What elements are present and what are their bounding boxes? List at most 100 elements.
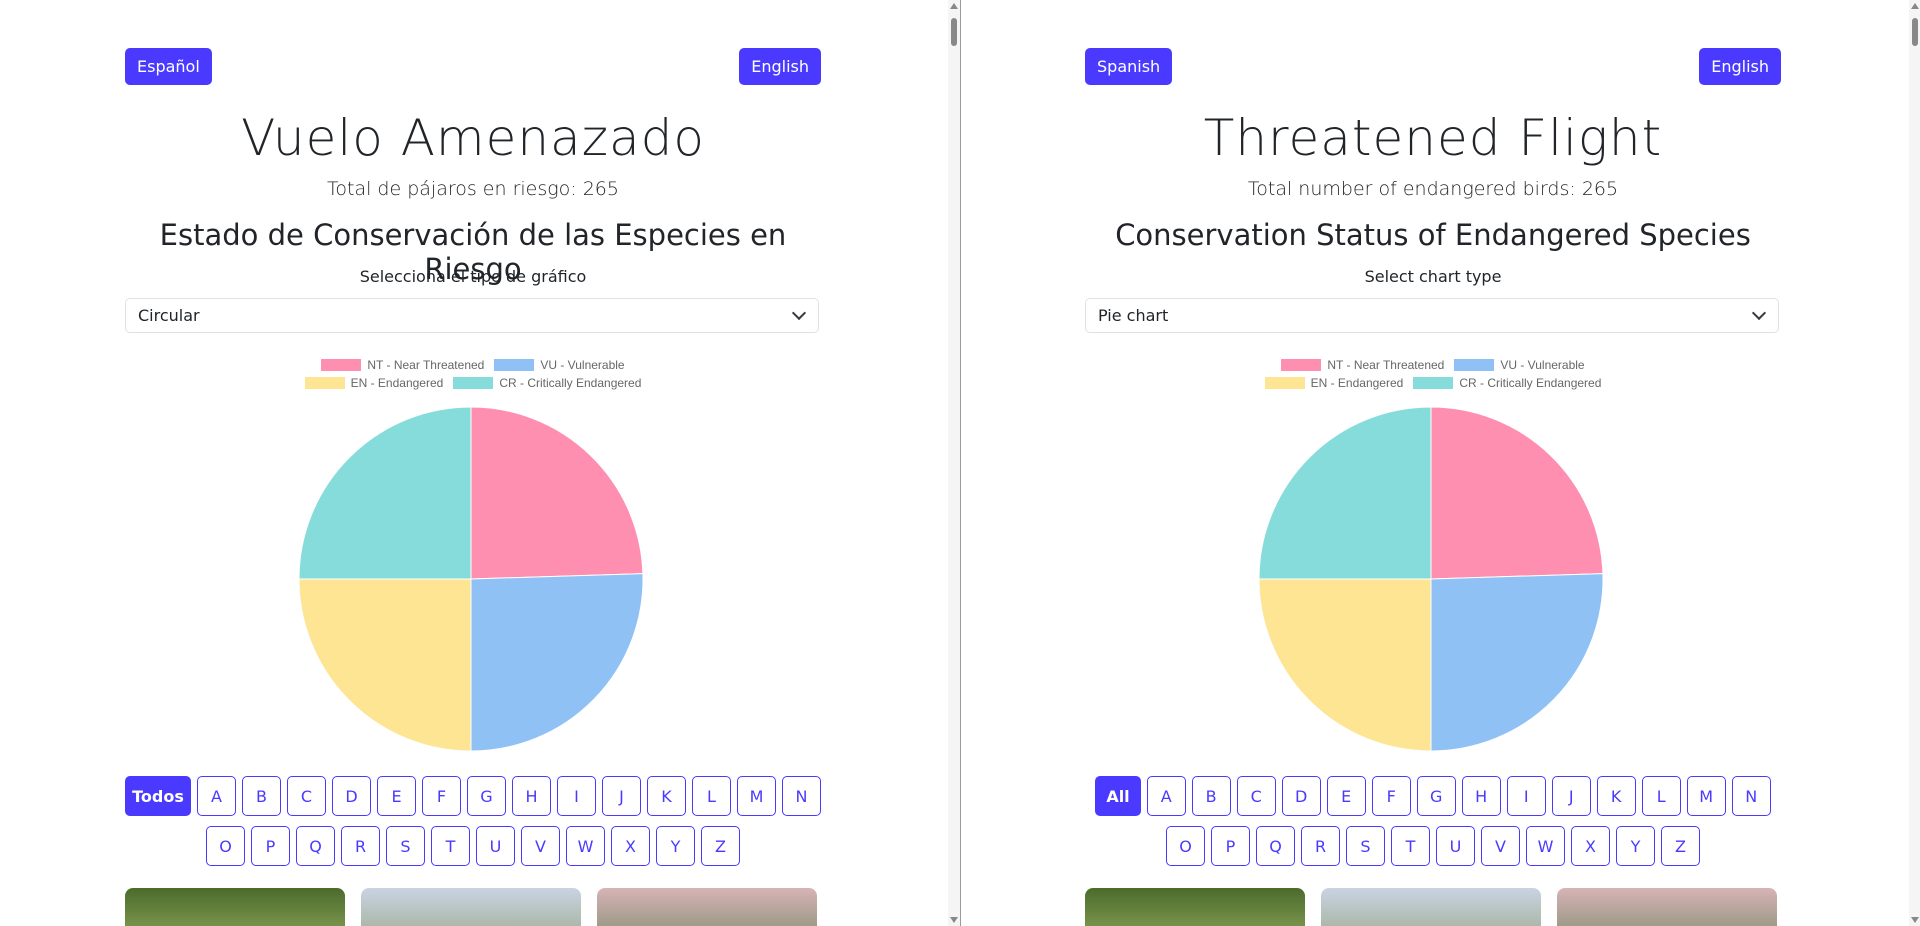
filter-letter-w-button[interactable]: W xyxy=(566,826,605,866)
filter-letter-j-button[interactable]: J xyxy=(602,776,641,816)
filter-letter-z-button[interactable]: Z xyxy=(1661,826,1700,866)
scrollbar-thumb[interactable] xyxy=(951,18,957,46)
filter-letter-l-button[interactable]: L xyxy=(692,776,731,816)
filter-letter-w-button[interactable]: W xyxy=(1526,826,1565,866)
filter-letter-e-button[interactable]: E xyxy=(377,776,416,816)
species-card-image[interactable] xyxy=(1321,888,1541,926)
pie-slice-cr[interactable] xyxy=(298,406,472,580)
filter-letter-u-button[interactable]: U xyxy=(476,826,515,866)
species-card-image[interactable] xyxy=(597,888,817,926)
filter-letter-o-button[interactable]: O xyxy=(206,826,245,866)
filter-letter-o-button[interactable]: O xyxy=(1166,826,1205,866)
filter-letter-d-button[interactable]: D xyxy=(1281,776,1321,816)
filter-all-button[interactable]: Todos xyxy=(125,776,191,816)
filter-letter-z-button[interactable]: Z xyxy=(701,826,740,866)
legend-swatch xyxy=(1281,359,1322,371)
spanish-button[interactable]: Español xyxy=(125,48,212,85)
letter-filter-row-1: Todos ABCDEFGHIJKLMN xyxy=(125,776,821,816)
pie-slice-vu[interactable] xyxy=(470,573,644,752)
filter-letter-m-button[interactable]: M xyxy=(1686,776,1726,816)
filter-letter-v-button[interactable]: V xyxy=(1481,826,1520,866)
filter-all-button[interactable]: All xyxy=(1095,776,1141,816)
scroll-up-arrow-icon[interactable] xyxy=(1911,3,1919,9)
legend-label: NT - Near Threatened xyxy=(1327,358,1445,372)
scroll-down-arrow-icon[interactable] xyxy=(1911,917,1919,923)
pie-slice-nt[interactable] xyxy=(470,406,644,580)
legend-item[interactable]: EN - Endangered xyxy=(1264,376,1403,390)
legend-item[interactable]: CR - Critically Endangered xyxy=(1413,376,1601,390)
filter-letter-n-button[interactable]: N xyxy=(782,776,821,816)
pie-slice-vu[interactable] xyxy=(1430,573,1604,752)
filter-letter-b-button[interactable]: B xyxy=(242,776,281,816)
legend-item[interactable]: NT - Near Threatened xyxy=(321,358,484,372)
filter-letter-h-button[interactable]: H xyxy=(1461,776,1501,816)
filter-letter-g-button[interactable]: G xyxy=(1416,776,1456,816)
spanish-button[interactable]: Spanish xyxy=(1085,48,1173,85)
scroll-up-arrow-icon[interactable] xyxy=(950,3,958,9)
filter-letter-q-button[interactable]: Q xyxy=(1256,826,1295,866)
filter-letter-a-button[interactable]: A xyxy=(1146,776,1186,816)
filter-letter-y-button[interactable]: Y xyxy=(656,826,695,866)
legend-item[interactable]: VU - Vulnerable xyxy=(1454,358,1585,372)
english-button[interactable]: English xyxy=(1699,48,1781,85)
scrollbar-thumb[interactable] xyxy=(1912,18,1918,46)
legend-swatch xyxy=(494,359,535,371)
chart-type-label: Selecciona el tipo de gráfico xyxy=(359,267,587,286)
filter-letter-f-button[interactable]: F xyxy=(1371,776,1411,816)
filter-letter-e-button[interactable]: E xyxy=(1326,776,1366,816)
filter-letter-c-button[interactable]: C xyxy=(287,776,326,816)
filter-letter-i-button[interactable]: I xyxy=(557,776,596,816)
filter-letter-x-button[interactable]: X xyxy=(611,826,650,866)
scrollbar[interactable] xyxy=(1909,0,1920,926)
filter-letter-k-button[interactable]: K xyxy=(1596,776,1636,816)
filter-letter-t-button[interactable]: T xyxy=(1391,826,1430,866)
english-button[interactable]: English xyxy=(739,48,821,85)
filter-letter-s-button[interactable]: S xyxy=(1346,826,1385,866)
legend-item[interactable]: CR - Critically Endangered xyxy=(453,376,641,390)
filter-letter-n-button[interactable]: N xyxy=(1731,776,1771,816)
filter-letter-t-button[interactable]: T xyxy=(431,826,470,866)
filter-letter-p-button[interactable]: P xyxy=(1211,826,1250,866)
legend-row: NT - Near Threatened VU - Vulnerable xyxy=(1085,358,1781,372)
species-card-image[interactable] xyxy=(1557,888,1777,926)
filter-letter-x-button[interactable]: X xyxy=(1571,826,1610,866)
filter-letter-a-button[interactable]: A xyxy=(197,776,236,816)
filter-letter-g-button[interactable]: G xyxy=(467,776,506,816)
filter-letter-r-button[interactable]: R xyxy=(1301,826,1340,866)
species-card-image[interactable] xyxy=(125,888,345,926)
filter-letter-j-button[interactable]: J xyxy=(1551,776,1591,816)
filter-letter-v-button[interactable]: V xyxy=(521,826,560,866)
chart-type-select[interactable]: Pie chart xyxy=(1085,298,1779,333)
species-card-image[interactable] xyxy=(1085,888,1305,926)
filter-letter-k-button[interactable]: K xyxy=(647,776,686,816)
pie-slice-cr[interactable] xyxy=(1258,406,1432,580)
filter-letter-b-button[interactable]: B xyxy=(1191,776,1231,816)
filter-letter-c-button[interactable]: C xyxy=(1236,776,1276,816)
filter-letter-u-button[interactable]: U xyxy=(1436,826,1475,866)
filter-letter-m-button[interactable]: M xyxy=(737,776,776,816)
scroll-down-arrow-icon[interactable] xyxy=(950,917,958,923)
chart-type-select[interactable]: Circular xyxy=(125,298,819,333)
filter-letter-q-button[interactable]: Q xyxy=(296,826,335,866)
filter-letter-f-button[interactable]: F xyxy=(422,776,461,816)
filter-letter-p-button[interactable]: P xyxy=(251,826,290,866)
legend-item[interactable]: EN - Endangered xyxy=(304,376,443,390)
legend-item[interactable]: NT - Near Threatened xyxy=(1281,358,1444,372)
filter-letter-h-button[interactable]: H xyxy=(512,776,551,816)
legend-swatch xyxy=(304,377,345,389)
filter-letter-s-button[interactable]: S xyxy=(386,826,425,866)
filter-letter-l-button[interactable]: L xyxy=(1641,776,1681,816)
filter-letter-y-button[interactable]: Y xyxy=(1616,826,1655,866)
pie-slice-nt[interactable] xyxy=(1430,406,1604,580)
legend-row: EN - Endangered CR - Critically Endangere… xyxy=(1085,376,1781,390)
species-card-image[interactable] xyxy=(361,888,581,926)
filter-letter-r-button[interactable]: R xyxy=(341,826,380,866)
filter-letter-i-button[interactable]: I xyxy=(1506,776,1546,816)
legend-item[interactable]: VU - Vulnerable xyxy=(494,358,625,372)
pie-slice-en[interactable] xyxy=(298,578,472,752)
pane-spanish: Español English Vuelo Amenazado Total de… xyxy=(0,0,960,926)
scrollbar[interactable] xyxy=(948,0,960,926)
pie-slice-en[interactable] xyxy=(1258,578,1432,752)
chart-type-value: Circular xyxy=(138,306,200,325)
filter-letter-d-button[interactable]: D xyxy=(332,776,371,816)
